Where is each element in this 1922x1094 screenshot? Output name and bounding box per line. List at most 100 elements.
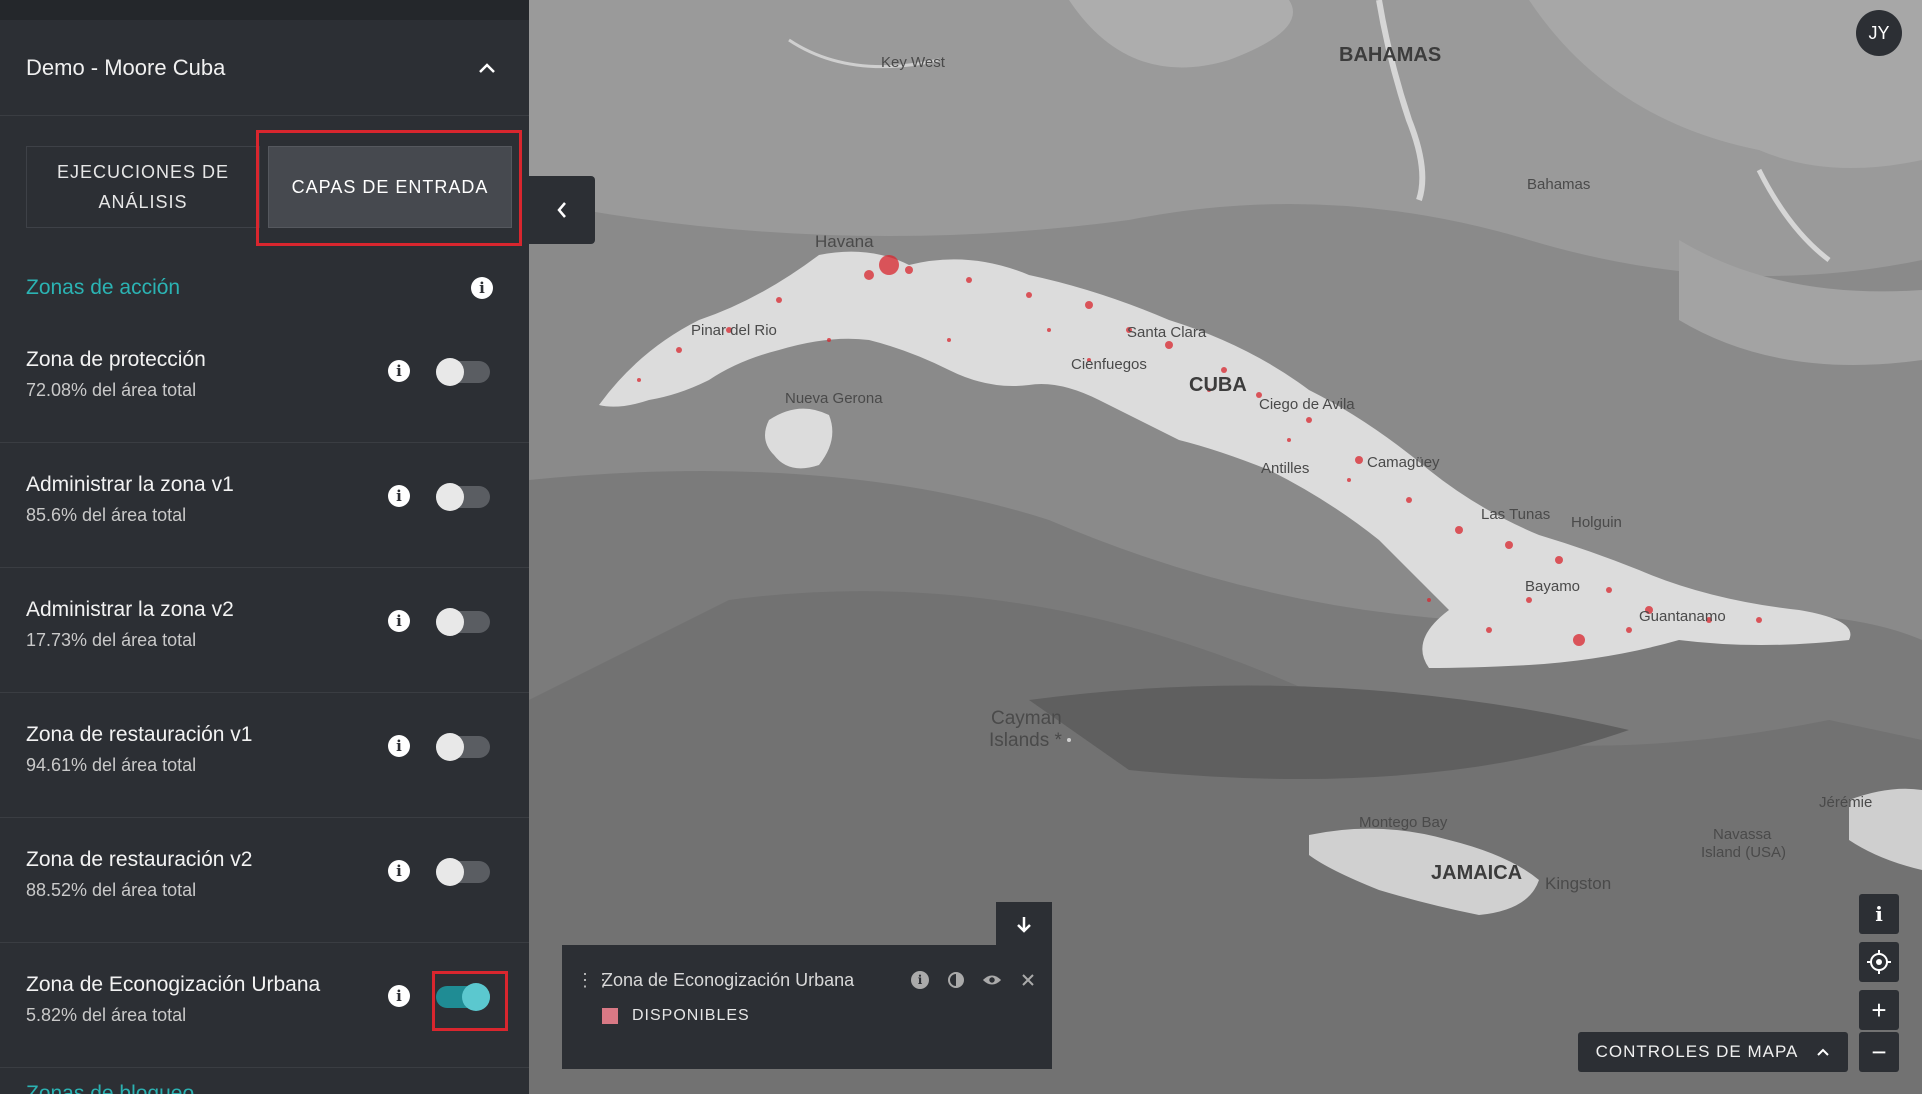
zoom-out-button[interactable]: − <box>1859 1032 1899 1072</box>
app-root: BAHAMAS Key West Bahamas Havana Pinar de… <box>0 0 1922 1094</box>
map-label-cayman-2: Islands * <box>989 730 1062 751</box>
map-label-camaguey: Camagüey <box>1367 454 1440 471</box>
tab-input-layers[interactable]: CAPAS DE ENTRADA <box>268 146 512 228</box>
map-basemap <box>529 0 1922 1094</box>
map-label-ciego: Ciego de Avila <box>1259 396 1355 413</box>
map-label-navassa: Navassa <box>1713 826 1772 843</box>
map-label-havana: Havana <box>815 232 874 251</box>
map-label-las-tunas: Las Tunas <box>1481 506 1551 523</box>
toggle-knob <box>436 608 464 636</box>
layer-name: Zona de restauración v1 <box>26 723 253 746</box>
map-label-holguin: Holguin <box>1571 514 1622 531</box>
legend-actions: i <box>910 970 1038 990</box>
layer-row: Administrar la zona v2 17.73% del área t… <box>0 568 529 693</box>
sidebar-top-bar <box>0 0 529 20</box>
map-label-bahamas-region: BAHAMAS <box>1339 44 1442 66</box>
layer-percentage: 17.73% del área total <box>26 630 197 650</box>
legend-layer-title: Zona de Econogización Urbana <box>602 969 855 990</box>
layer-toggle[interactable] <box>436 483 490 511</box>
info-icon[interactable]: i <box>388 860 410 882</box>
info-icon[interactable]: i <box>388 485 410 507</box>
section-header-action-zones: Zonas de acción i <box>0 258 529 318</box>
collapse-sidebar-button[interactable] <box>529 176 595 244</box>
map-info-button[interactable]: i <box>1859 894 1899 934</box>
legend-collapse-button[interactable] <box>996 902 1052 948</box>
map-label-pinar: Pinar del Rio <box>691 322 777 339</box>
crosshair-icon <box>1867 950 1891 974</box>
layer-row: Zona de protección 72.08% del área total… <box>0 318 529 443</box>
drag-handle-icon[interactable]: ⋮⋮ <box>576 971 612 989</box>
layer-name: Administrar la zona v1 <box>26 473 234 496</box>
map-label-key-west: Key West <box>881 54 945 71</box>
section-title-next: Zonas de bloqueo <box>26 1082 195 1094</box>
layer-name: Administrar la zona v2 <box>26 598 234 621</box>
close-icon[interactable] <box>1018 970 1038 990</box>
zoom-in-button[interactable]: + <box>1859 990 1899 1030</box>
info-icon[interactable]: i <box>910 970 930 990</box>
info-icon: i <box>1875 902 1883 926</box>
layer-percentage: 88.52% del área total <box>26 880 197 900</box>
eye-icon[interactable] <box>982 970 1002 990</box>
layer-toggle[interactable] <box>436 358 490 386</box>
layer-percentage: 72.08% del área total <box>26 380 197 400</box>
layer-list: Zona de protección 72.08% del área total… <box>0 318 529 1068</box>
map-label-bahamas: Bahamas <box>1527 176 1591 193</box>
layer-toggle[interactable] <box>436 733 490 761</box>
map-label-cayman: Cayman <box>991 708 1062 729</box>
user-avatar[interactable]: JY <box>1856 10 1902 56</box>
map-label-bayamo: Bayamo <box>1525 578 1581 595</box>
map-controls-button[interactable]: CONTROLES DE MAPA <box>1578 1032 1848 1072</box>
chevron-left-icon <box>557 202 566 218</box>
toggle-knob <box>436 483 464 511</box>
info-icon[interactable]: i <box>388 610 410 632</box>
map-label-montego: Montego Bay <box>1359 814 1448 831</box>
layer-toggle[interactable] <box>436 608 490 636</box>
info-icon[interactable]: i <box>388 985 410 1007</box>
locate-button[interactable] <box>1859 942 1899 982</box>
layer-name: Zona de restauración v2 <box>26 848 253 871</box>
sidebar-tabs: EJECUCIONES DE ANÁLISIS CAPAS DE ENTRADA <box>26 130 522 246</box>
info-icon[interactable]: i <box>471 277 493 299</box>
toggle-knob <box>436 858 464 886</box>
map-label-nueva-gerona: Nueva Gerona <box>785 390 883 407</box>
toggle-knob <box>436 733 464 761</box>
map-canvas[interactable]: BAHAMAS Key West Bahamas Havana Pinar de… <box>529 0 1922 1094</box>
legend-swatch <box>602 1008 618 1024</box>
tab-analysis-runs[interactable]: EJECUCIONES DE ANÁLISIS <box>26 146 260 228</box>
map-label-santa-clara: Santa Clara <box>1127 324 1207 341</box>
project-header[interactable]: Demo - Moore Cuba <box>0 20 529 116</box>
layer-name: Zona de Econogización Urbana <box>26 973 321 996</box>
map-label-jamaica: JAMAICA <box>1431 862 1523 884</box>
toggle-highlight-outline <box>432 971 508 1031</box>
layer-row: Zona de restauración v2 88.52% del área … <box>0 818 529 943</box>
layer-row: Zona de Econogización Urbana 5.82% del á… <box>0 943 529 1068</box>
legend-item: DISPONIBLES <box>562 1007 1052 1025</box>
map-label-antilles: Antilles <box>1261 460 1310 477</box>
legend-panel: ⋮⋮ Zona de Econogización Urbana i DISPON… <box>562 945 1052 1069</box>
chevron-up-icon[interactable] <box>475 56 499 80</box>
layer-row: Zona de restauración v1 94.61% del área … <box>0 693 529 818</box>
map-label-guantanamo: Guantanamo <box>1639 608 1726 625</box>
toggle-knob <box>436 358 464 386</box>
map-label-cienfuegos: Cienfuegos <box>1071 356 1147 373</box>
section-title: Zonas de acción <box>26 276 181 299</box>
map-label-jeremie: Jérémie <box>1819 794 1873 811</box>
map-label-navassa-2: Island (USA) <box>1701 844 1787 861</box>
sidebar: Demo - Moore Cuba EJECUCIONES DE ANÁLISI… <box>0 0 529 1094</box>
layer-toggle[interactable] <box>436 858 490 886</box>
opacity-icon[interactable] <box>946 970 966 990</box>
info-icon[interactable]: i <box>388 735 410 757</box>
layer-percentage: 5.82% del área total <box>26 1005 187 1025</box>
layer-row: Administrar la zona v1 85.6% del área to… <box>0 443 529 568</box>
legend-item-label: DISPONIBLES <box>632 1007 750 1024</box>
map-controls-label: CONTROLES DE MAPA <box>1595 1042 1799 1061</box>
chevron-up-icon <box>1817 1048 1830 1056</box>
layer-percentage: 85.6% del área total <box>26 505 187 525</box>
info-icon[interactable]: i <box>388 360 410 382</box>
map-label-cuba: CUBA <box>1189 374 1247 396</box>
layer-name: Zona de protección <box>26 348 206 371</box>
arrow-down-icon <box>1017 917 1031 933</box>
layer-percentage: 94.61% del área total <box>26 755 197 775</box>
map-label-kingston: Kingston <box>1545 874 1612 893</box>
legend-row: ⋮⋮ Zona de Econogización Urbana i <box>562 945 1052 1015</box>
